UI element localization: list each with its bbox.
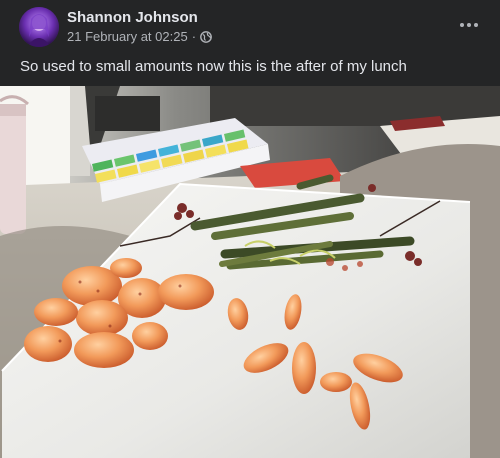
post-header: Shannon Johnson 21 February at 02:25 · (0, 0, 500, 50)
more-options-icon[interactable] (454, 10, 484, 40)
avatar[interactable] (19, 7, 59, 47)
post-caption: So used to small amounts now this is the… (20, 58, 407, 75)
post-timestamp[interactable]: 21 February at 02:25 (67, 29, 188, 44)
author-name[interactable]: Shannon Johnson (67, 9, 198, 26)
post-meta: 21 February at 02:25 · (67, 29, 212, 44)
globe-icon (200, 30, 212, 43)
meta-separator: · (191, 29, 197, 44)
post-photo[interactable] (0, 86, 500, 458)
